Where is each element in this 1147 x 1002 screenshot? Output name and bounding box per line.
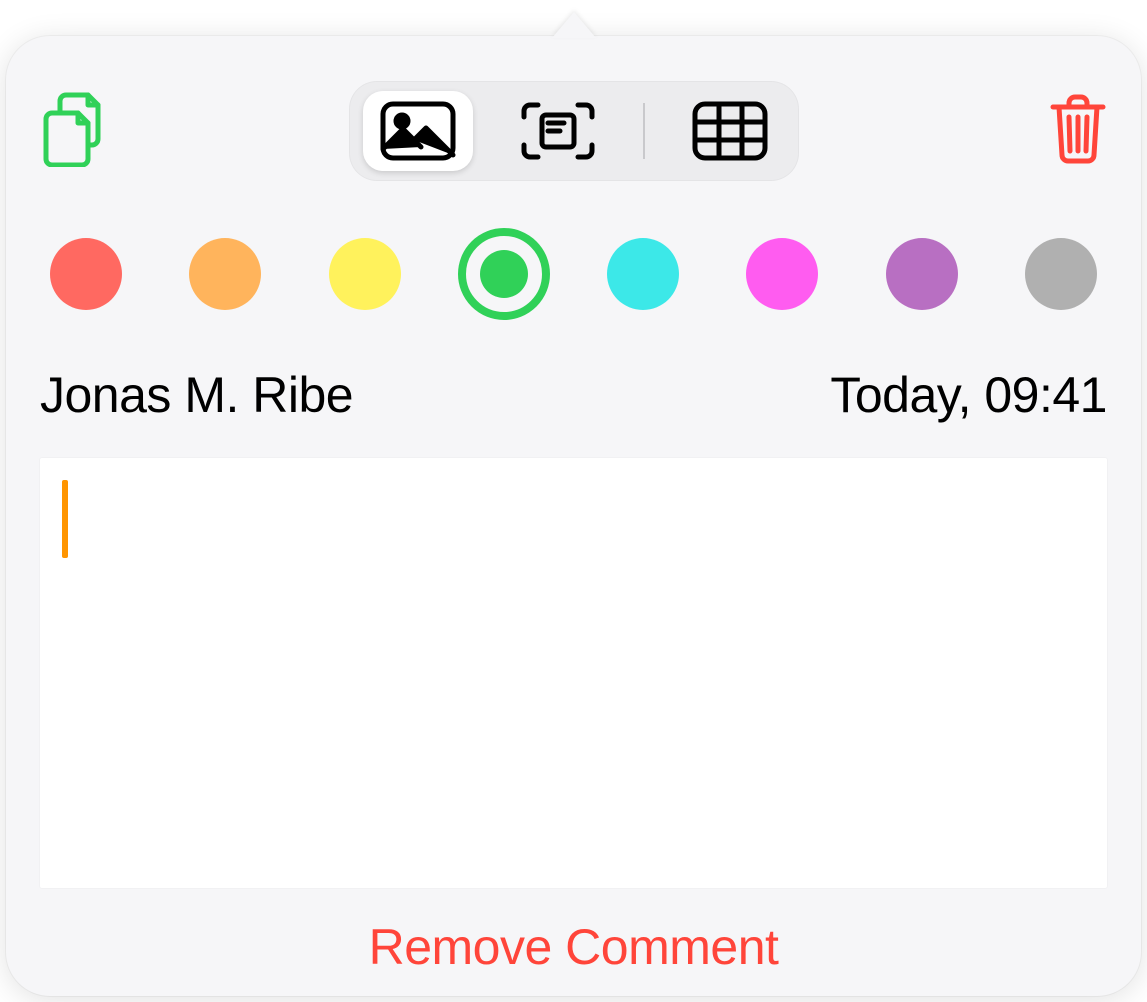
remove-row: Remove Comment: [40, 888, 1107, 996]
comment-timestamp: Today, 09:41: [830, 366, 1107, 424]
image-mode-button[interactable]: [363, 91, 473, 171]
comment-textarea[interactable]: [40, 458, 1107, 888]
color-magenta[interactable]: [746, 238, 818, 310]
color-picker: [40, 238, 1107, 310]
popover-arrow: [552, 12, 596, 38]
color-green[interactable]: [468, 238, 540, 310]
author-name: Jonas M. Ribe: [40, 366, 353, 424]
color-orange[interactable]: [189, 238, 261, 310]
text-cursor: [62, 480, 68, 558]
trash-icon[interactable]: [1049, 93, 1107, 170]
color-red[interactable]: [50, 238, 122, 310]
scan-mode-button[interactable]: [503, 91, 613, 171]
toolbar: [40, 76, 1107, 186]
comment-popover: Jonas M. Ribe Today, 09:41 Remove Commen…: [6, 36, 1141, 996]
segmented-divider: [643, 103, 645, 159]
toolbar-left: [40, 91, 160, 172]
comment-meta: Jonas M. Ribe Today, 09:41: [40, 366, 1107, 424]
color-gray[interactable]: [1025, 238, 1097, 310]
remove-comment-button[interactable]: Remove Comment: [369, 919, 779, 975]
color-purple[interactable]: [886, 238, 958, 310]
color-cyan[interactable]: [607, 238, 679, 310]
copy-icon[interactable]: [40, 91, 104, 172]
toolbar-right: [987, 93, 1107, 170]
view-mode-segmented: [349, 81, 799, 181]
table-mode-button[interactable]: [675, 91, 785, 171]
color-yellow[interactable]: [329, 238, 401, 310]
